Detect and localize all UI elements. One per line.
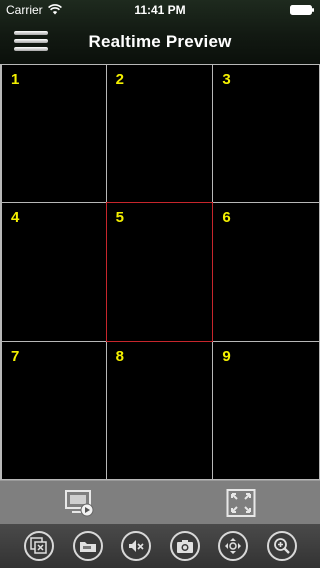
- video-cell-2[interactable]: 2: [105, 64, 214, 204]
- status-bar: Carrier 11:41 PM: [0, 0, 320, 20]
- clock: 11:41 PM: [134, 3, 186, 17]
- monitor-play-icon[interactable]: [64, 489, 94, 517]
- menu-icon-bar: [14, 31, 48, 35]
- fullscreen-icon[interactable]: [226, 489, 256, 517]
- close-all-button[interactable]: [24, 531, 54, 561]
- control-toolbar: [0, 524, 320, 568]
- battery-icon: [290, 5, 314, 15]
- ptz-button[interactable]: [218, 531, 248, 561]
- menu-button[interactable]: [14, 28, 48, 56]
- cell-number: 7: [11, 347, 20, 365]
- header: Carrier 11:41 PM Realtime Preview: [0, 0, 320, 64]
- page-title: Realtime Preview: [88, 32, 232, 51]
- ptz-icon: [225, 538, 241, 554]
- video-cell-1[interactable]: 1: [0, 64, 107, 204]
- video-cell-9[interactable]: 9: [212, 340, 320, 480]
- cell-number: 1: [11, 71, 20, 88]
- mute-button[interactable]: [121, 531, 151, 561]
- cell-number: 2: [115, 71, 124, 88]
- snapshot-button[interactable]: [170, 531, 200, 561]
- video-cell-6[interactable]: 6: [212, 202, 320, 342]
- menu-icon-bar: [14, 39, 48, 43]
- video-cell-5[interactable]: 5: [105, 202, 214, 342]
- nav-bar: Realtime Preview: [0, 20, 320, 64]
- zoom-in-icon: [274, 538, 290, 554]
- video-grid: 1 2 3 4 5 6 7 8 9: [0, 64, 320, 480]
- video-cell-4[interactable]: 4: [0, 202, 107, 342]
- cell-number: 3: [222, 71, 231, 88]
- cell-number: 9: [222, 347, 231, 365]
- camera-icon: [177, 540, 193, 553]
- folder-button[interactable]: [73, 531, 103, 561]
- menu-icon-bar: [14, 47, 48, 51]
- cell-number: 5: [115, 209, 124, 227]
- folder-icon: [80, 542, 96, 552]
- preview-toolbar: [0, 480, 320, 524]
- zoom-button[interactable]: [267, 531, 297, 561]
- cell-number: 6: [222, 209, 231, 227]
- mute-icon: [129, 540, 144, 552]
- close-all-icon: [30, 537, 47, 554]
- cell-number: 8: [115, 347, 124, 365]
- video-cell-8[interactable]: 8: [105, 340, 214, 480]
- video-cell-3[interactable]: 3: [212, 64, 320, 204]
- cell-number: 4: [11, 209, 20, 227]
- video-cell-7[interactable]: 7: [0, 340, 107, 480]
